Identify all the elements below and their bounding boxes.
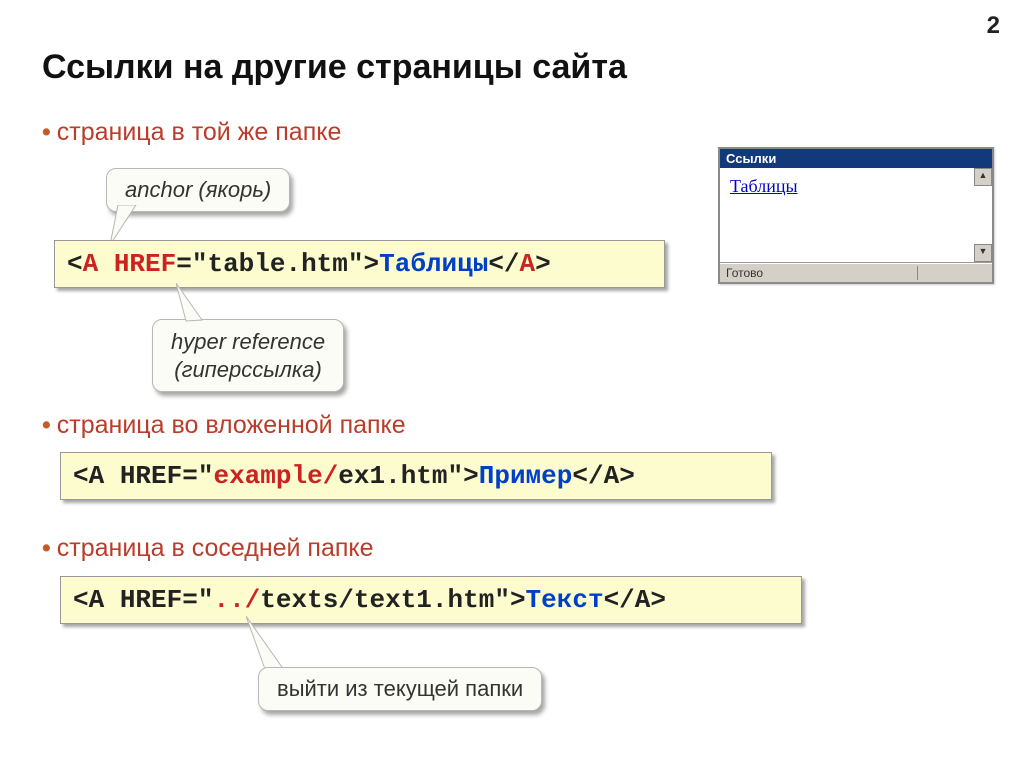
callout-exit: выйти из текущей папки xyxy=(258,667,542,711)
code-box-2: <A HREF="example/ex1.htm">Пример</A> xyxy=(60,452,772,500)
callout-anchor-text: anchor (якорь) xyxy=(125,177,271,202)
bullet-1: •страница в той же папке xyxy=(42,118,341,147)
scroll-up-icon[interactable]: ▲ xyxy=(974,168,992,186)
browser-titlebar: Ссылки xyxy=(720,149,992,168)
browser-window: Ссылки Таблицы ▲ ▼ Готово xyxy=(718,147,994,284)
browser-status-text: Готово xyxy=(726,266,763,280)
bullet-3: •страница в соседней папке xyxy=(42,534,374,563)
bullet-dot: • xyxy=(42,534,51,562)
browser-body: Таблицы ▲ ▼ xyxy=(720,168,992,263)
bullet-1-text: страница в той же папке xyxy=(57,118,342,146)
callout-exit-tail xyxy=(246,616,306,674)
bullet-2: •страница во вложенной папке xyxy=(42,411,406,440)
callout-exit-text: выйти из текущей папки xyxy=(277,676,523,701)
slide-title: Ссылки на другие страницы сайта xyxy=(42,48,627,87)
status-spacer xyxy=(917,266,986,280)
scroll-down-icon[interactable]: ▼ xyxy=(974,244,992,262)
callout-href-line2: (гиперссылка) xyxy=(174,357,322,382)
code-box-3: <A HREF="../texts/text1.htm">Текст</A> xyxy=(60,576,802,624)
bullet-dot: • xyxy=(42,118,51,146)
callout-anchor: anchor (якорь) xyxy=(106,168,290,212)
bullet-2-text: страница во вложенной папке xyxy=(57,411,406,439)
browser-link[interactable]: Таблицы xyxy=(730,176,798,196)
callout-href-line1: hyper reference xyxy=(171,329,325,354)
code-box-1: <A HREF="table.htm">Таблицы</A> xyxy=(54,240,665,288)
page-number: 2 xyxy=(987,12,1000,40)
browser-statusbar: Готово xyxy=(720,263,992,282)
callout-href: hyper reference (гиперссылка) xyxy=(152,319,344,392)
bullet-3-text: страница в соседней папке xyxy=(57,534,374,562)
bullet-dot: • xyxy=(42,411,51,439)
callout-href-tail xyxy=(176,283,216,323)
